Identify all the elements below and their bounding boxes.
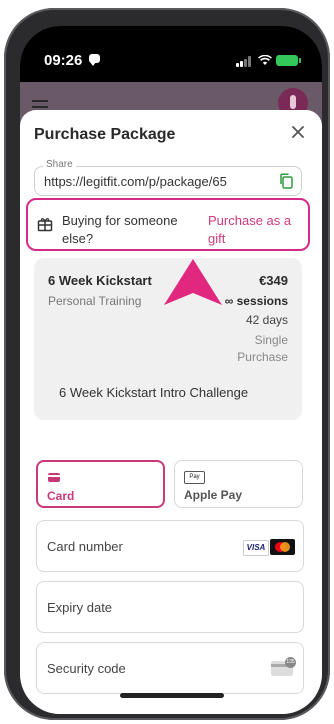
tab-apple-pay[interactable]: Pay Apple Pay <box>174 460 303 508</box>
card-number-field[interactable]: Card number VISA <box>36 520 304 572</box>
modal-title: Purchase Package <box>34 126 176 143</box>
home-indicator <box>120 693 224 698</box>
package-price: €349 <box>259 273 288 288</box>
gift-purchase-row: Buying for someone else? Purchase as a g… <box>26 198 310 251</box>
share-field[interactable]: Share https://legitfit.com/p/package/65 <box>34 159 302 196</box>
phone-frame: 09:26 Purchase Package Share https://leg… <box>4 8 330 720</box>
expiry-date-field[interactable]: Expiry date <box>36 581 304 633</box>
card-icon <box>48 473 60 482</box>
package-sessions: ∞ sessions <box>224 294 288 308</box>
copy-icon[interactable] <box>279 173 293 189</box>
share-url: https://legitfit.com/p/package/65 <box>44 174 227 189</box>
purchase-as-gift-link[interactable]: Purchase as a gift <box>208 212 303 248</box>
package-name: 6 Week Kickstart <box>48 273 152 288</box>
share-label: Share <box>43 159 76 170</box>
status-time: 09:26 <box>44 52 83 69</box>
package-type: Personal Training <box>48 294 142 308</box>
tab-card[interactable]: Card <box>36 460 165 508</box>
status-bar: 09:26 <box>20 26 322 82</box>
expiry-date-label: Expiry date <box>47 600 113 615</box>
gift-icon <box>37 218 53 232</box>
close-icon[interactable] <box>290 124 306 140</box>
visa-icon: VISA <box>243 540 269 556</box>
mastercard-icon <box>270 539 295 555</box>
arrow-pointer <box>164 259 222 305</box>
package-description: 6 Week Kickstart Intro Challenge <box>59 385 249 400</box>
tab-apple-pay-label: Apple Pay <box>184 488 243 502</box>
package-duration: 42 days <box>245 313 288 327</box>
security-code-field[interactable]: Security code <box>36 642 304 694</box>
message-icon <box>89 54 100 66</box>
card-number-label: Card number <box>47 539 123 554</box>
tab-card-label: Card <box>47 489 75 503</box>
security-code-label: Security code <box>47 661 126 676</box>
apple-pay-icon: Pay <box>184 471 205 484</box>
wifi-icon <box>258 55 272 65</box>
phone-screen: 09:26 Purchase Package Share https://leg… <box>20 26 322 714</box>
battery-icon <box>276 55 301 66</box>
signal-icon <box>236 56 252 67</box>
package-purchase-type: Single Purchase <box>237 333 288 364</box>
cvc-icon <box>271 657 296 676</box>
gift-question: Buying for someone else? <box>62 213 178 246</box>
purchase-package-modal: Purchase Package Share https://legitfit.… <box>20 110 322 714</box>
